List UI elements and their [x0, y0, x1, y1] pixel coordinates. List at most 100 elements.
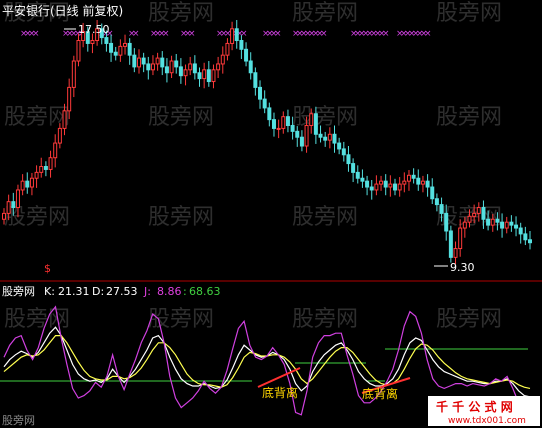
candle-body: [234, 28, 239, 42]
signal-mark: ×: [424, 29, 432, 39]
candle-body: [150, 63, 155, 71]
candle-body: [341, 148, 346, 156]
candle-body: [518, 227, 523, 235]
signal-mark: ×: [382, 29, 390, 39]
candle-body: [29, 177, 34, 188]
k-label: K:: [44, 285, 55, 298]
candle-body: [504, 221, 509, 229]
signal-mark: ×: [132, 29, 140, 39]
candle-body: [462, 221, 467, 229]
candle-body: [253, 72, 258, 88]
candle-body: [369, 186, 374, 191]
candle-body: [467, 215, 472, 223]
candle-body: [351, 163, 356, 173]
watermark: 股旁网: [436, 307, 502, 332]
candle-body: [67, 86, 72, 112]
candle-body: [11, 201, 16, 209]
candle-body: [118, 45, 123, 56]
candle-body: [244, 48, 249, 62]
candle-body: [281, 116, 286, 129]
candle-body: [2, 212, 6, 220]
indicator-name: 股旁网: [2, 284, 35, 298]
candle-body: [183, 69, 188, 77]
chart-title: 平安银行(日线 前复权): [2, 3, 123, 18]
candle-body: [416, 177, 421, 185]
candle-body: [178, 66, 183, 77]
candle-body: [327, 133, 332, 141]
high-label: 17.50: [78, 23, 110, 36]
candle-body: [15, 189, 20, 209]
watermark: 股旁网: [436, 1, 502, 26]
candle-body: [374, 183, 379, 191]
candle-body: [141, 57, 146, 65]
watermark: 股旁网: [292, 105, 358, 130]
d-value: 27.53: [106, 285, 138, 298]
j-label: J:: [143, 285, 151, 298]
candle-body: [402, 180, 407, 185]
candle-body: [127, 42, 132, 56]
candle-body: [453, 248, 458, 258]
candle-body: [109, 42, 114, 53]
candle-body: [309, 113, 314, 126]
indicator-header: 股旁网 K: 21.31 D: 27.53 J: 8.86 : 68.63: [2, 284, 221, 298]
watermark: 股旁网: [148, 307, 214, 332]
watermark: 股旁网: [436, 105, 502, 130]
candle-body: [434, 198, 439, 206]
k-value: 21.31: [58, 285, 90, 298]
candle-body: [174, 60, 179, 68]
low-label: 9.30: [450, 261, 475, 274]
candle-body: [360, 177, 365, 182]
candle-body: [332, 133, 337, 144]
candle-body: [304, 124, 309, 147]
candle-body: [90, 40, 95, 44]
candle-body: [34, 171, 39, 179]
candle-body: [216, 63, 221, 71]
candle-body: [528, 239, 532, 244]
candle-body: [20, 180, 25, 191]
candle-body: [365, 180, 370, 188]
candle-body: [267, 107, 272, 121]
candle-body: [397, 183, 402, 191]
candle-body: [444, 212, 449, 232]
candle-body: [323, 136, 328, 141]
candle-body: [258, 86, 263, 100]
candle-body: [295, 130, 300, 138]
signal-mark: ×: [188, 29, 196, 39]
candle-body: [262, 98, 267, 109]
candle-body: [43, 166, 48, 170]
reference-lines: [0, 348, 528, 382]
candle-body: [48, 157, 53, 170]
logo-text: 千 千 公 式 网: [436, 399, 513, 414]
candle-body: [476, 207, 481, 214]
candle-body: [239, 40, 244, 50]
candle-body: [486, 218, 491, 226]
candle-body: [113, 51, 118, 56]
candle-body: [202, 69, 207, 80]
candle-body: [53, 142, 58, 159]
chart-canvas: 股旁网 股旁网 股旁网 股旁网 股旁网 股旁网 股旁网 股旁网 股旁网 股旁网 …: [0, 1, 542, 427]
candle-body: [355, 171, 360, 179]
candle-body: [123, 42, 128, 47]
candle-body: [406, 174, 411, 182]
divergence-label: 底背离: [262, 385, 298, 400]
candle-body: [225, 42, 230, 56]
dollar-marker: $: [44, 262, 51, 275]
candle-body: [220, 54, 225, 65]
candle-body: [39, 166, 44, 173]
candle-body: [481, 207, 486, 220]
candle-body: [393, 183, 398, 191]
candle-body: [523, 233, 528, 241]
watermark: 股旁网: [292, 205, 358, 230]
watermark: 股旁网: [148, 205, 214, 230]
watermark: 股旁网: [292, 307, 358, 332]
candle-body: [290, 124, 295, 132]
candle-body: [146, 63, 151, 71]
watermark: 股旁网: [148, 105, 214, 130]
divergence-label: 底背离: [362, 386, 398, 401]
kdj-line-d: [3, 335, 531, 389]
candle-body: [169, 60, 174, 74]
candle-body: [192, 63, 197, 74]
candle-body: [490, 218, 495, 226]
candle-body: [509, 221, 514, 226]
site-logo: 千 千 公 式 网 www.tdx001.com: [428, 396, 540, 426]
